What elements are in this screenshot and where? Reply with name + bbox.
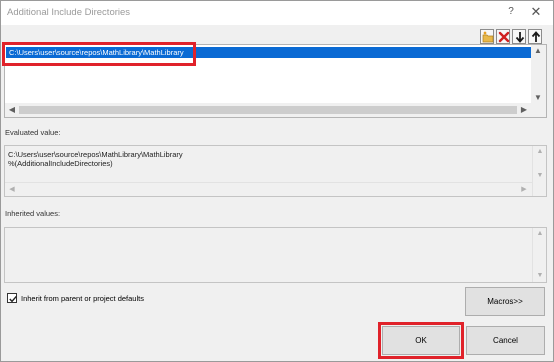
checkmark-icon xyxy=(9,295,17,303)
scroll-down-arrow-icon: ▼ xyxy=(536,272,544,279)
scroll-left-arrow-icon: ◀ xyxy=(9,186,15,193)
evaluated-horizontal-scrollbar: ◀ ▶ xyxy=(5,182,532,196)
horizontal-scroll-thumb[interactable] xyxy=(19,106,517,114)
additional-include-directories-dialog: Additional Include Directories ? ✕ C:\Us… xyxy=(0,0,554,362)
scroll-up-arrow-icon[interactable]: ▲ xyxy=(531,46,545,55)
scroll-right-arrow-icon[interactable]: ▶ xyxy=(517,105,531,114)
move-up-button[interactable] xyxy=(528,29,542,44)
list-horizontal-scrollbar[interactable]: ◀ ▶ xyxy=(5,103,532,117)
inherited-values-box: ▲ ▼ xyxy=(4,227,547,283)
title-bar: Additional Include Directories ? ✕ xyxy=(1,1,553,25)
scroll-up-arrow-icon: ▲ xyxy=(536,230,544,237)
inherit-checkbox-label[interactable]: Inherit from parent or project defaults xyxy=(21,294,144,303)
scroll-up-arrow-icon: ▲ xyxy=(536,148,544,155)
directory-list[interactable]: C:\Users\user\source\repos\MathLibrary\M… xyxy=(4,44,547,118)
scroll-down-arrow-icon: ▼ xyxy=(536,172,544,179)
scroll-down-arrow-icon[interactable]: ▼ xyxy=(531,93,545,102)
scroll-left-arrow-icon[interactable]: ◀ xyxy=(5,105,19,114)
evaluated-vertical-scrollbar: ▲ ▼ xyxy=(532,146,546,196)
evaluated-value-label: Evaluated value: xyxy=(5,128,61,137)
cancel-button[interactable]: Cancel xyxy=(466,326,545,355)
arrow-up-icon xyxy=(531,31,541,42)
folder-new-icon xyxy=(482,31,494,43)
window-title: Additional Include Directories xyxy=(7,7,131,18)
evaluated-value-box: C:\Users\user\source\repos\MathLibrary\M… xyxy=(4,145,547,197)
inherited-vertical-scrollbar: ▲ ▼ xyxy=(532,228,546,282)
new-line-button[interactable] xyxy=(480,29,494,44)
arrow-down-icon xyxy=(515,32,525,43)
help-button[interactable]: ? xyxy=(505,6,517,17)
move-down-button[interactable] xyxy=(512,29,526,44)
macros-button[interactable]: Macros>> xyxy=(465,287,545,316)
delete-button[interactable] xyxy=(496,29,510,44)
list-vertical-scrollbar[interactable]: ▲ ▼ xyxy=(531,45,546,117)
evaluated-line-2: %(AdditionalIncludeDirectories) xyxy=(8,159,113,168)
inherit-checkbox[interactable] xyxy=(7,293,17,303)
close-button[interactable]: ✕ xyxy=(528,4,544,20)
delete-x-icon xyxy=(498,31,510,43)
evaluated-line-1: C:\Users\user\source\repos\MathLibrary\M… xyxy=(8,150,183,159)
list-item[interactable]: C:\Users\user\source\repos\MathLibrary\M… xyxy=(6,47,531,58)
ok-button[interactable]: OK xyxy=(382,326,460,355)
inherited-values-label: Inherited values: xyxy=(5,209,61,218)
scroll-right-arrow-icon: ▶ xyxy=(521,186,527,193)
